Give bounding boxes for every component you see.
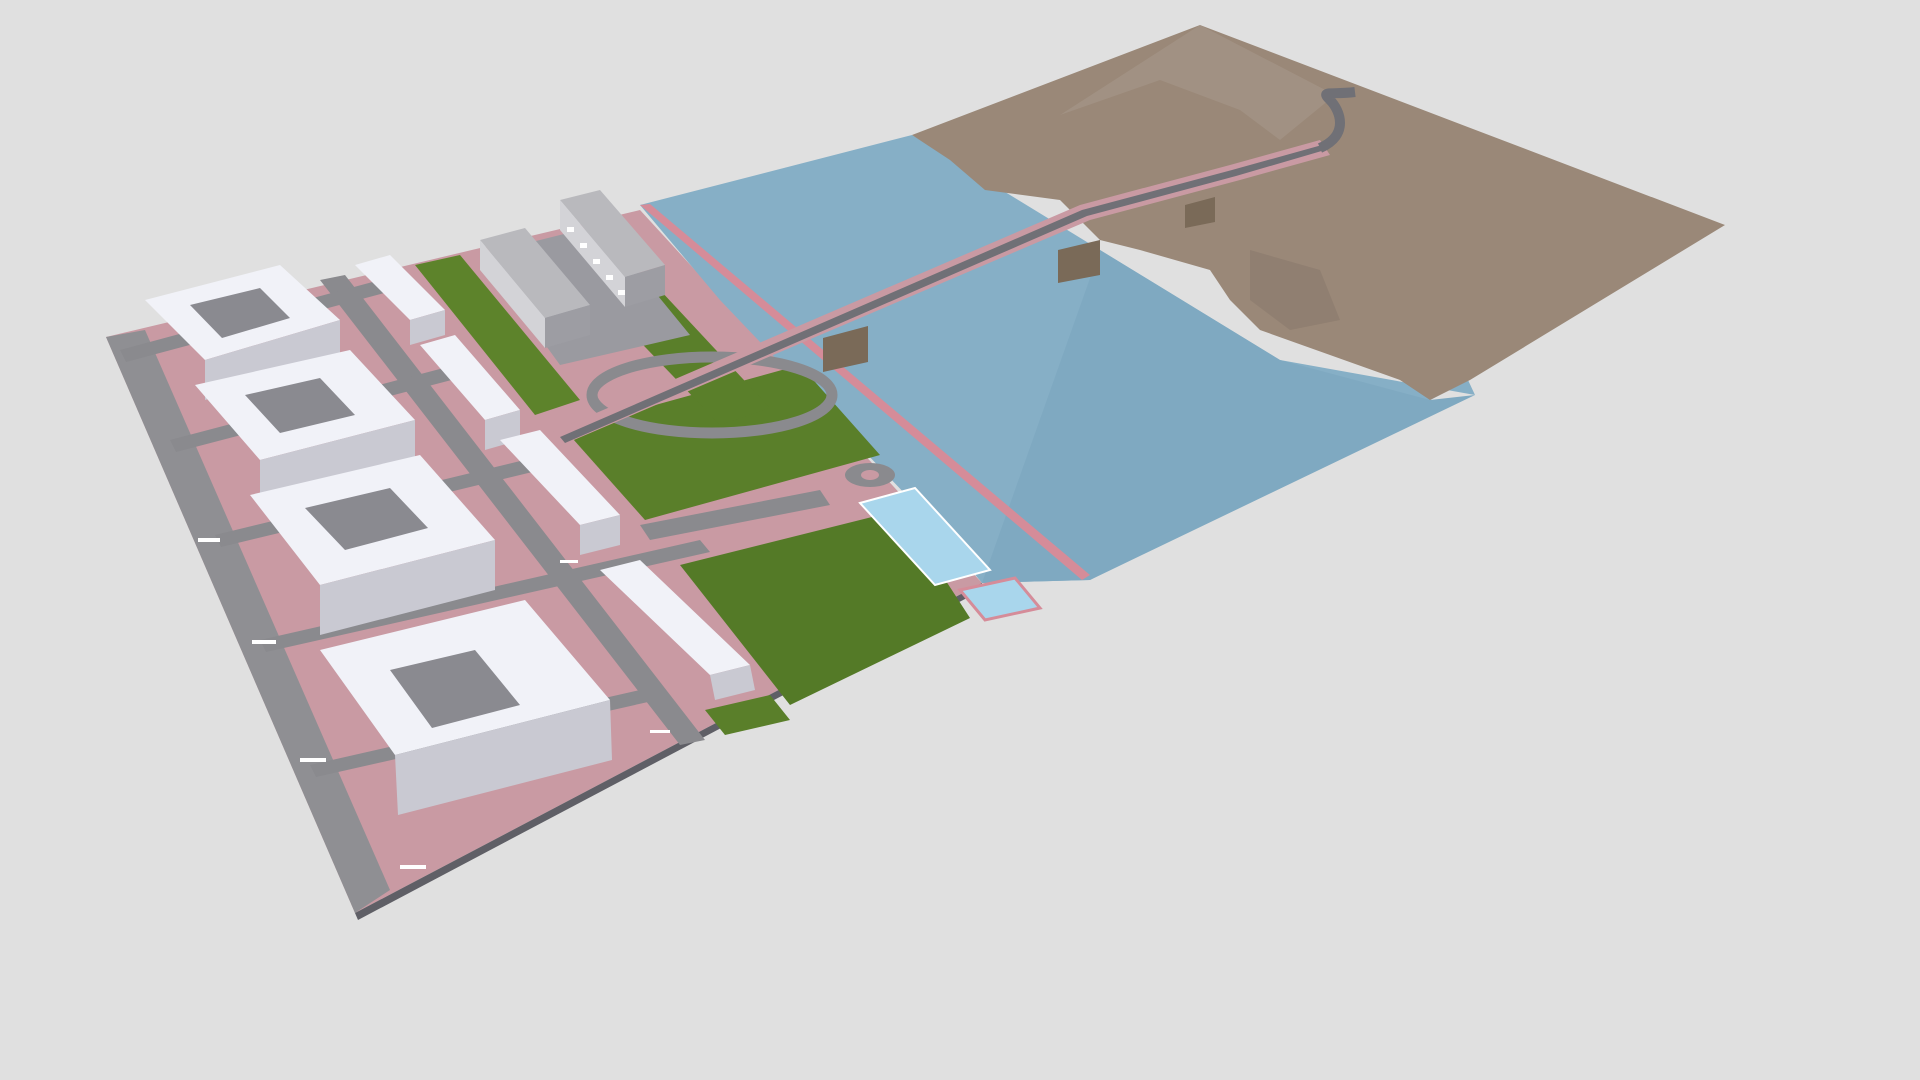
3d-viewport[interactable] (0, 0, 1920, 1080)
city-model-scene (106, 25, 1725, 920)
roundabout-court-center (861, 470, 879, 480)
